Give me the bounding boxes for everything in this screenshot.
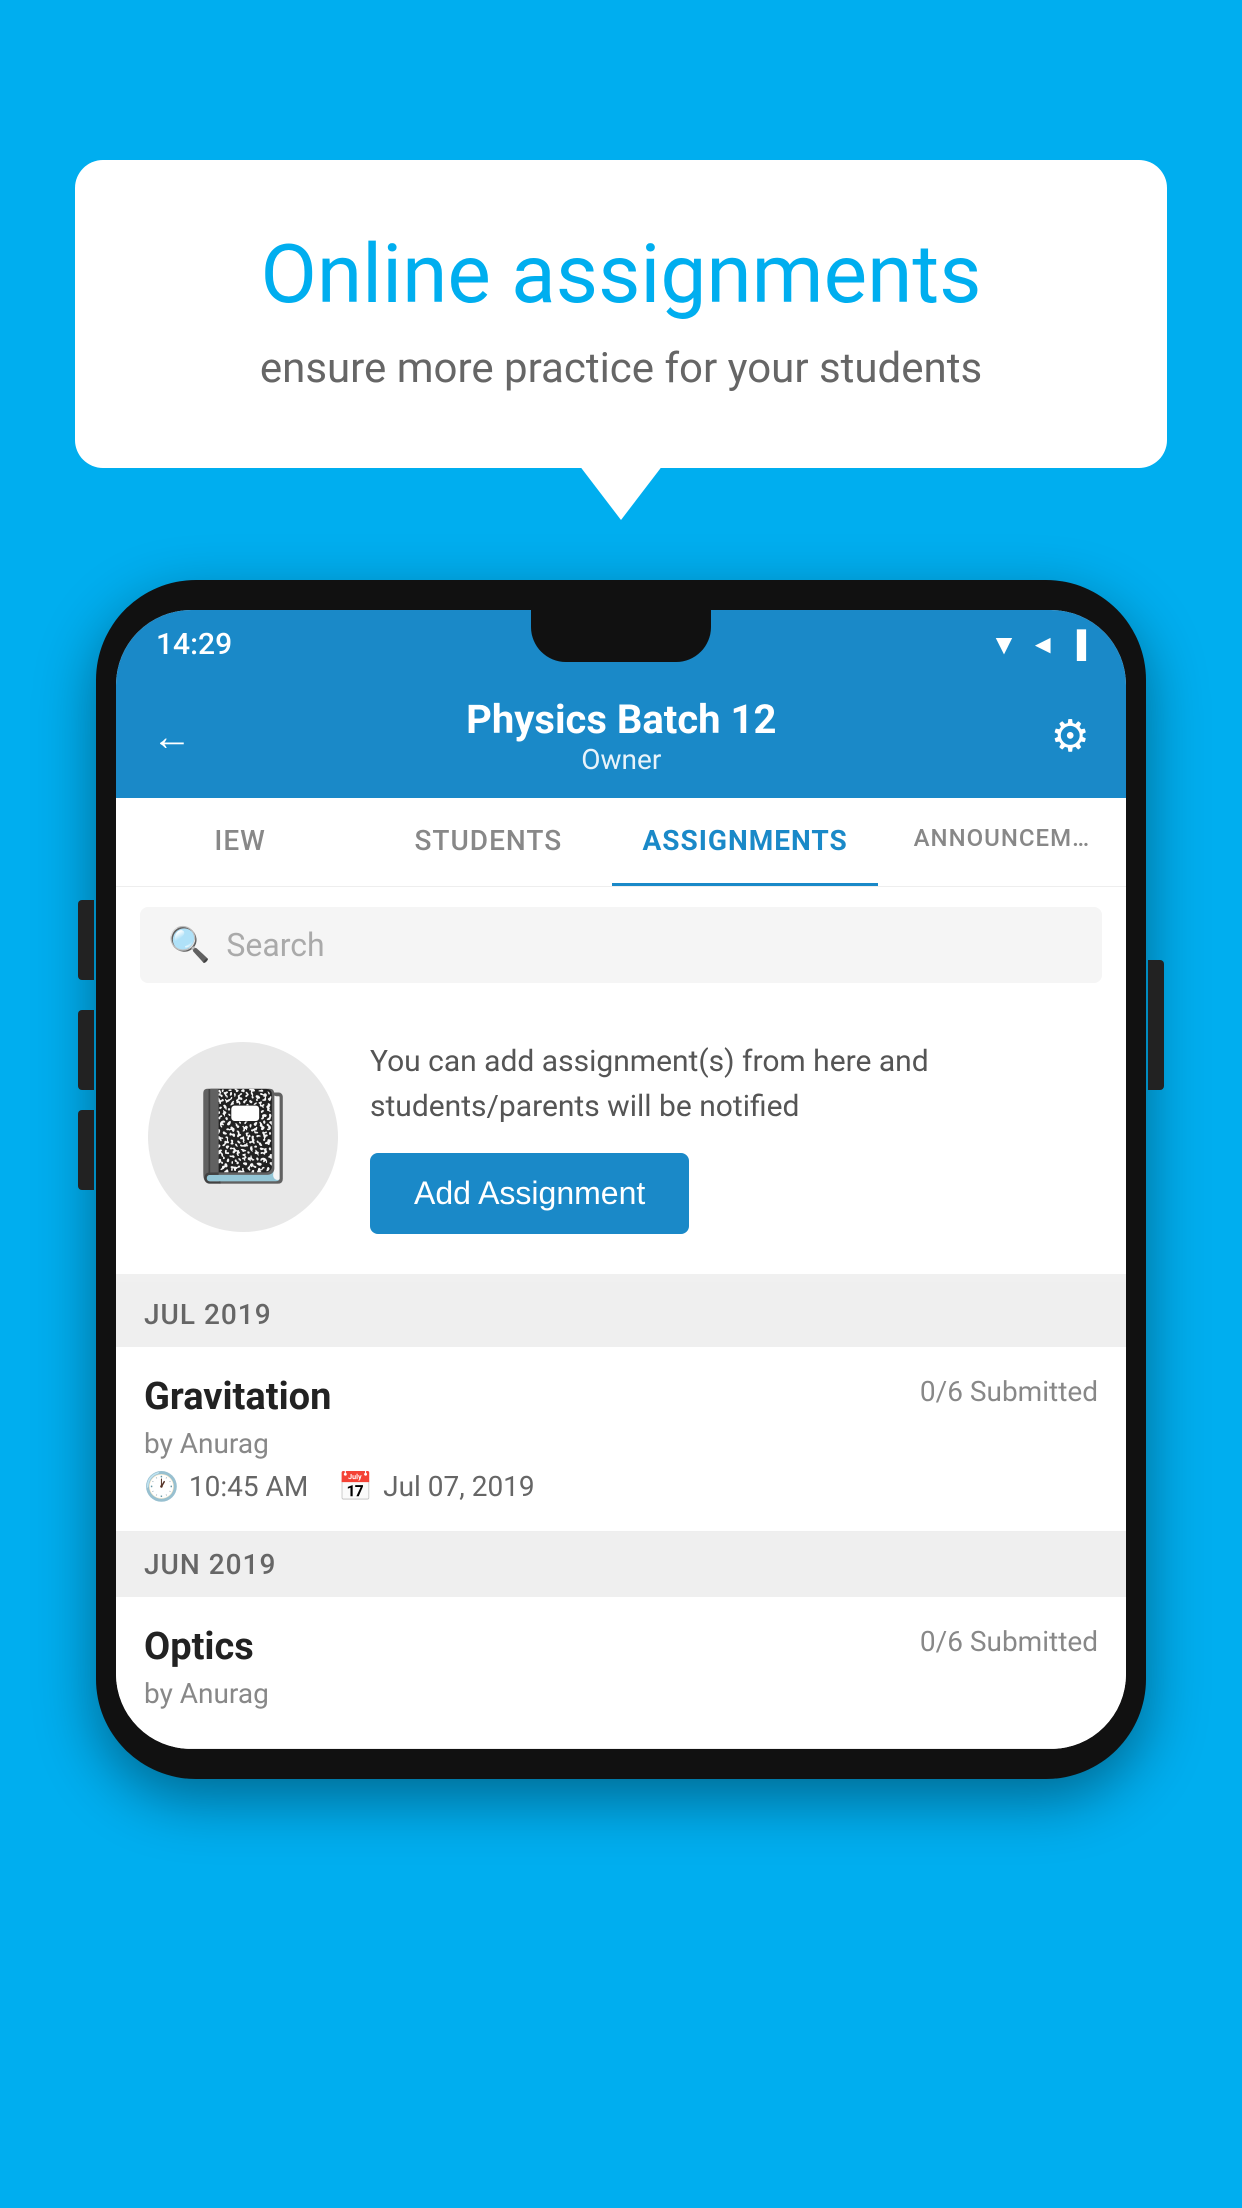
phone-mockup: 14:29 ▼ ◄ ▐ ← Physics Batch 12 Owner ⚙ I…	[96, 580, 1146, 1779]
section-jul-2019: JUL 2019	[116, 1282, 1126, 1347]
wifi-icon: ▼	[990, 628, 1018, 661]
status-bar: 14:29 ▼ ◄ ▐	[116, 610, 1126, 678]
assignment-optics[interactable]: Optics 0/6 Submitted by Anurag	[116, 1597, 1126, 1749]
assignment-top-optics: Optics 0/6 Submitted	[144, 1625, 1098, 1669]
tab-iew[interactable]: IEW	[116, 798, 364, 886]
calendar-icon: 📅	[338, 1470, 373, 1503]
batch-title: Physics Batch 12	[466, 696, 776, 743]
promo-content: You can add assignment(s) from here and …	[370, 1039, 1094, 1234]
header-center: Physics Batch 12 Owner	[466, 696, 776, 776]
gear-icon[interactable]: ⚙	[1051, 710, 1090, 762]
bubble-subtitle: ensure more practice for your students	[155, 344, 1087, 393]
section-jul-label: JUL 2019	[144, 1298, 272, 1331]
add-promo-section: 📓 You can add assignment(s) from here an…	[116, 1003, 1126, 1282]
status-time: 14:29	[156, 627, 232, 662]
tab-assignments[interactable]: ASSIGNMENTS	[612, 798, 877, 886]
section-jun-label: JUN 2019	[144, 1548, 276, 1581]
bubble-title: Online assignments	[155, 230, 1087, 320]
search-container: 🔍 Search	[116, 887, 1126, 1003]
phone-body: 14:29 ▼ ◄ ▐ ← Physics Batch 12 Owner ⚙ I…	[96, 580, 1146, 1779]
search-bar[interactable]: 🔍 Search	[140, 907, 1102, 983]
tab-announcements[interactable]: ANNOUNCEM…	[878, 798, 1126, 886]
promo-icon-circle: 📓	[148, 1042, 338, 1232]
phone-screen: 14:29 ▼ ◄ ▐ ← Physics Batch 12 Owner ⚙ I…	[116, 610, 1126, 1749]
meta-time-gravitation: 🕐 10:45 AM	[144, 1470, 308, 1503]
assignment-name-gravitation: Gravitation	[144, 1375, 331, 1419]
assignment-submitted-optics: 0/6 Submitted	[920, 1625, 1098, 1658]
clock-icon: 🕐	[144, 1470, 179, 1503]
date-label-gravitation: Jul 07, 2019	[383, 1470, 535, 1503]
time-label-gravitation: 10:45 AM	[189, 1470, 308, 1503]
section-jun-2019: JUN 2019	[116, 1532, 1126, 1597]
search-placeholder: Search	[226, 926, 324, 964]
assignment-name-optics: Optics	[144, 1625, 254, 1669]
assignment-by-gravitation: by Anurag	[144, 1427, 1098, 1460]
app-header: ← Physics Batch 12 Owner ⚙	[116, 678, 1126, 798]
assignment-gravitation[interactable]: Gravitation 0/6 Submitted by Anurag 🕐 10…	[116, 1347, 1126, 1532]
assignment-meta-gravitation: 🕐 10:45 AM 📅 Jul 07, 2019	[144, 1470, 1098, 1503]
tab-students[interactable]: STUDENTS	[364, 798, 612, 886]
assignment-top-gravitation: Gravitation 0/6 Submitted	[144, 1375, 1098, 1419]
batch-subtitle: Owner	[466, 743, 776, 776]
assignment-by-optics: by Anurag	[144, 1677, 1098, 1710]
add-assignment-button[interactable]: Add Assignment	[370, 1153, 689, 1234]
tabs-bar: IEW STUDENTS ASSIGNMENTS ANNOUNCEM…	[116, 798, 1126, 887]
back-button[interactable]: ←	[152, 713, 192, 760]
notebook-icon: 📓	[187, 1084, 299, 1189]
speech-bubble: Online assignments ensure more practice …	[75, 160, 1167, 468]
search-icon: 🔍	[168, 925, 210, 965]
signal-icon: ◄	[1030, 629, 1056, 660]
battery-icon: ▐	[1068, 629, 1086, 660]
speech-bubble-container: Online assignments ensure more practice …	[75, 160, 1167, 468]
meta-date-gravitation: 📅 Jul 07, 2019	[338, 1470, 534, 1503]
notch	[531, 610, 711, 662]
status-icons: ▼ ◄ ▐	[990, 628, 1086, 661]
promo-text: You can add assignment(s) from here and …	[370, 1039, 1094, 1129]
assignment-submitted-gravitation: 0/6 Submitted	[920, 1375, 1098, 1408]
